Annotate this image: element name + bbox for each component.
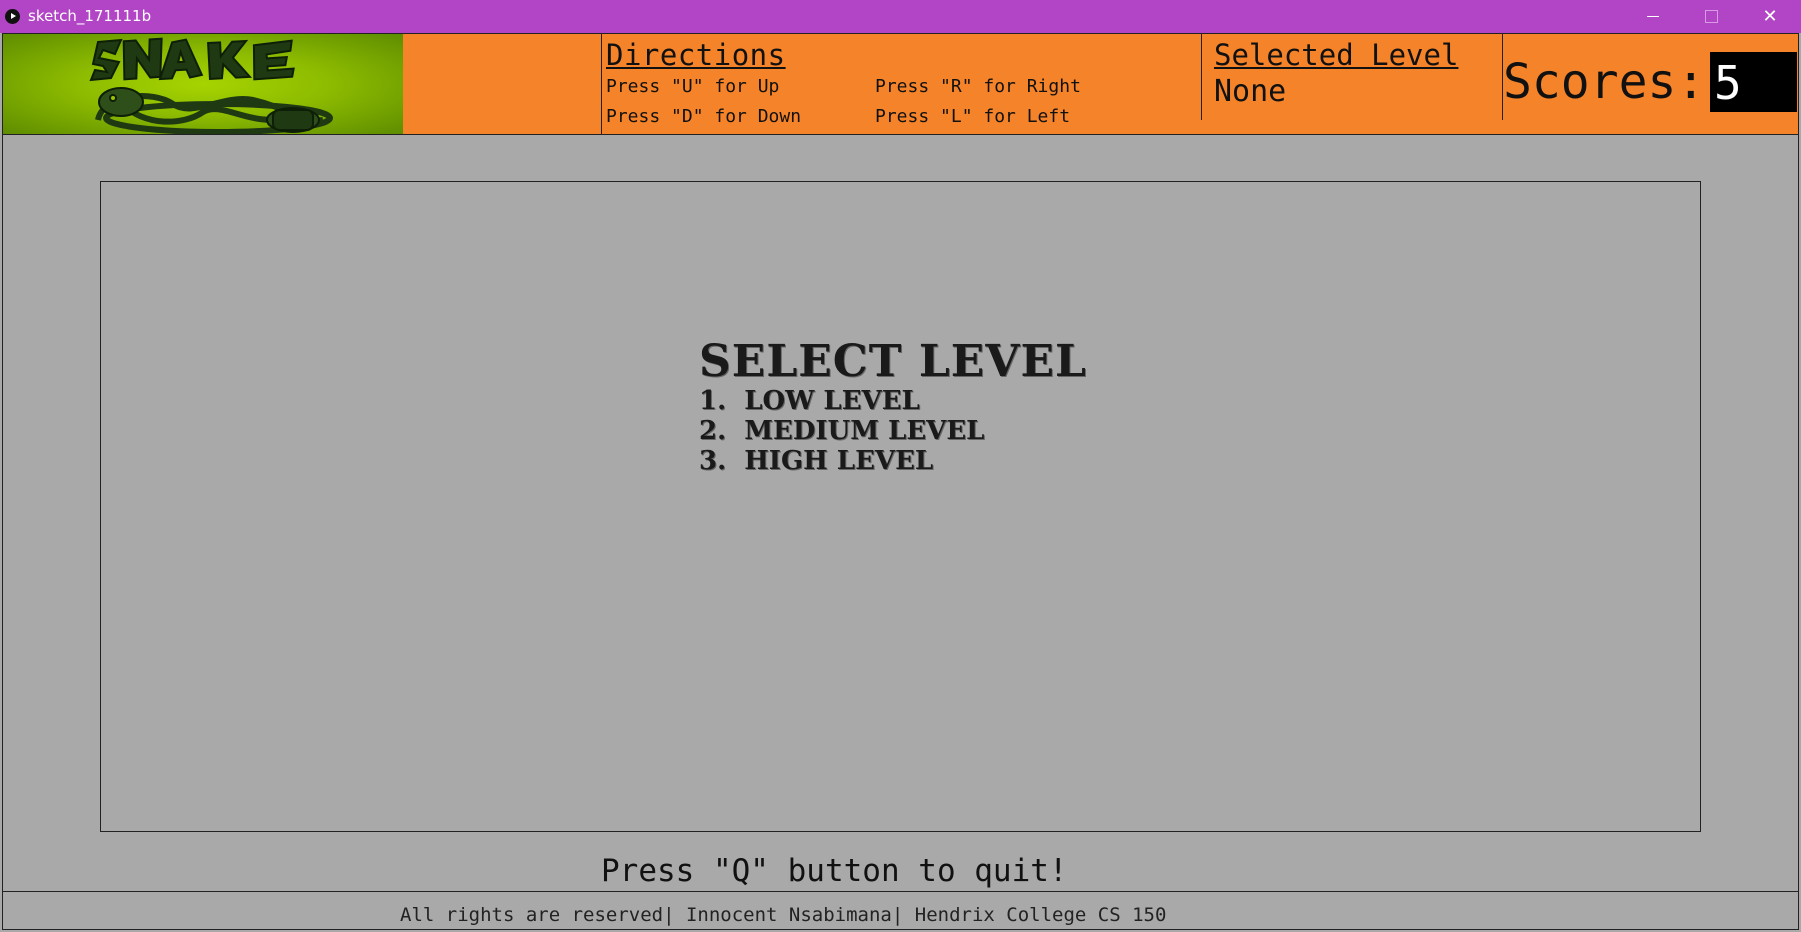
- footer-divider: [3, 891, 1798, 892]
- footer-credits: All rights are reserved| Innocent Nsabim…: [400, 904, 1167, 926]
- header-bar: Directions Press "U" for Up Press "R" fo…: [3, 34, 1798, 135]
- menu-item-high-level[interactable]: 3. HIGH LEVEL: [699, 446, 1087, 476]
- direction-down-text: Press "D" for Down: [606, 106, 802, 127]
- selected-level-title: Selected Level: [1214, 38, 1459, 72]
- window-title: sketch_171111b: [28, 7, 152, 25]
- menu-title: SELECT LEVEL: [699, 336, 1087, 387]
- window-titlebar: sketch_171111b ✕: [0, 0, 1801, 33]
- selected-level-value: None: [1214, 74, 1287, 109]
- game-area[interactable]: [100, 181, 1701, 832]
- menu-item-medium-level[interactable]: 2. MEDIUM LEVEL: [699, 416, 1087, 446]
- menu-item-low-level[interactable]: 1. LOW LEVEL: [699, 386, 1087, 416]
- minimize-icon: [1647, 16, 1659, 17]
- app-play-icon: [5, 9, 20, 24]
- maximize-button[interactable]: [1682, 0, 1740, 33]
- score-value: 5: [1714, 56, 1742, 110]
- close-button[interactable]: ✕: [1741, 0, 1799, 33]
- direction-up-text: Press "U" for Up: [606, 76, 780, 97]
- snake-logo-icon: [3, 34, 403, 134]
- directions-title: Directions: [606, 38, 786, 72]
- maximize-icon: [1704, 10, 1718, 23]
- direction-left-text: Press "L" for Left: [875, 106, 1071, 127]
- directions-panel: Directions Press "U" for Up Press "R" fo…: [601, 34, 1202, 134]
- direction-right-text: Press "R" for Right: [875, 76, 1081, 97]
- close-icon: ✕: [1762, 6, 1778, 27]
- quit-instruction: Press "Q" button to quit!: [601, 853, 1068, 889]
- score-display: 5: [1710, 52, 1797, 112]
- scores-label: Scores:: [1503, 54, 1706, 110]
- level-select-menu: SELECT LEVEL 1. LOW LEVEL 2. MEDIUM LEVE…: [699, 336, 1087, 477]
- selected-level-panel: Selected Level None: [1201, 34, 1503, 120]
- minimize-button[interactable]: [1624, 0, 1682, 33]
